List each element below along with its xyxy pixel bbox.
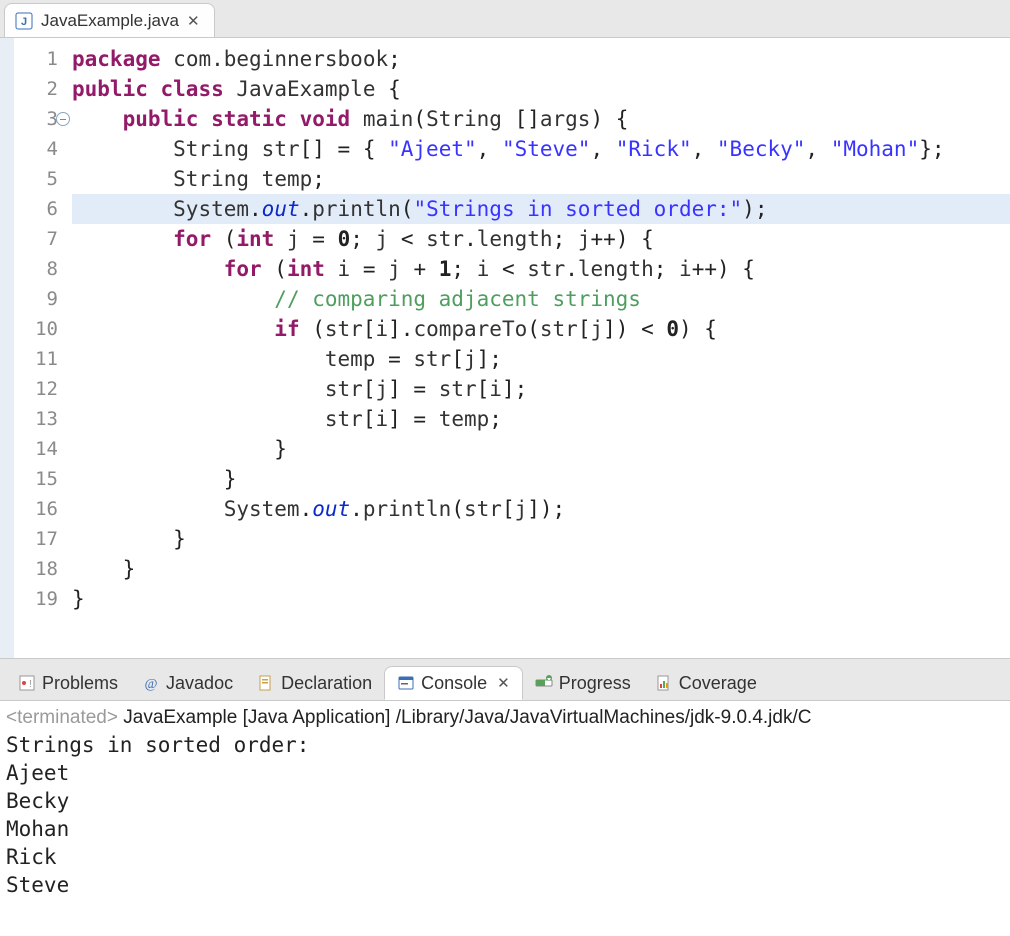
fold-toggle-icon[interactable] bbox=[56, 112, 70, 126]
code-line[interactable]: } bbox=[72, 554, 1010, 584]
declaration-icon bbox=[257, 674, 275, 692]
code-line[interactable]: str[j] = str[i]; bbox=[72, 374, 1010, 404]
line-number: 11 bbox=[14, 344, 58, 374]
line-number: 8 bbox=[14, 254, 58, 284]
code-line[interactable]: } bbox=[72, 524, 1010, 554]
line-number: 18 bbox=[14, 554, 58, 584]
line-number: 19 bbox=[14, 584, 58, 614]
line-number: 5 bbox=[14, 164, 58, 194]
line-number: 1 bbox=[14, 44, 58, 74]
close-icon[interactable]: ✕ bbox=[497, 674, 510, 692]
tab-problems[interactable]: ! Problems bbox=[6, 666, 130, 700]
tab-javadoc[interactable]: @ Javadoc bbox=[130, 666, 245, 700]
svg-text:@: @ bbox=[145, 677, 158, 692]
console-status: <terminated> bbox=[6, 707, 118, 728]
code-line[interactable]: } bbox=[72, 464, 1010, 494]
line-number: 17 bbox=[14, 524, 58, 554]
line-number: 2 bbox=[14, 74, 58, 104]
tab-label: Console bbox=[421, 673, 487, 694]
tab-label: Problems bbox=[42, 673, 118, 694]
code-line[interactable]: if (str[i].compareTo(str[j]) < 0) { bbox=[72, 314, 1010, 344]
tab-label: Javadoc bbox=[166, 673, 233, 694]
tab-coverage[interactable]: Coverage bbox=[643, 666, 769, 700]
line-number: 4 bbox=[14, 134, 58, 164]
fold-margin bbox=[0, 38, 14, 658]
editor-tab-javaexample[interactable]: J JavaExample.java ✕ bbox=[4, 3, 215, 37]
svg-text:!: ! bbox=[29, 679, 32, 690]
code-line[interactable]: System.out.println("Strings in sorted or… bbox=[72, 194, 1010, 224]
code-editor[interactable]: 12345678910111213141516171819 package co… bbox=[0, 38, 1010, 658]
line-number: 7 bbox=[14, 224, 58, 254]
line-number-gutter: 12345678910111213141516171819 bbox=[14, 38, 62, 658]
line-number: 15 bbox=[14, 464, 58, 494]
code-line[interactable]: public class JavaExample { bbox=[72, 74, 1010, 104]
line-number: 12 bbox=[14, 374, 58, 404]
bottom-panel: ! Problems @ Javadoc Declaration Console ✕ Prog… bbox=[0, 658, 1010, 905]
line-number: 13 bbox=[14, 404, 58, 434]
console-launch-text: JavaExample [Java Application] /Library/… bbox=[123, 707, 811, 728]
editor-tabs: J JavaExample.java ✕ bbox=[0, 0, 1010, 38]
line-number: 10 bbox=[14, 314, 58, 344]
code-line[interactable]: package com.beginnersbook; bbox=[72, 44, 1010, 74]
line-number: 3 bbox=[14, 104, 58, 134]
tab-label: Progress bbox=[559, 673, 631, 694]
code-line[interactable]: String temp; bbox=[72, 164, 1010, 194]
console-output[interactable]: Strings in sorted order: Ajeet Becky Moh… bbox=[0, 731, 1010, 905]
tab-console[interactable]: Console ✕ bbox=[384, 666, 523, 700]
code-line[interactable]: str[i] = temp; bbox=[72, 404, 1010, 434]
java-file-icon: J bbox=[15, 12, 33, 30]
svg-text:J: J bbox=[21, 16, 27, 28]
code-line[interactable]: for (int j = 0; j < str.length; j++) { bbox=[72, 224, 1010, 254]
progress-icon bbox=[535, 674, 553, 692]
code-line[interactable]: for (int i = j + 1; i < str.length; i++)… bbox=[72, 254, 1010, 284]
javadoc-icon: @ bbox=[142, 674, 160, 692]
code-line[interactable]: System.out.println(str[j]); bbox=[72, 494, 1010, 524]
problems-icon: ! bbox=[18, 674, 36, 692]
coverage-icon bbox=[655, 674, 673, 692]
editor-tab-label: JavaExample.java bbox=[41, 11, 179, 31]
code-line[interactable]: // comparing adjacent strings bbox=[72, 284, 1010, 314]
code-line[interactable]: String str[] = { "Ajeet", "Steve", "Rick… bbox=[72, 134, 1010, 164]
code-line[interactable]: } bbox=[72, 434, 1010, 464]
code-area[interactable]: package com.beginnersbook;public class J… bbox=[62, 38, 1010, 658]
line-number: 6 bbox=[14, 194, 58, 224]
line-number: 16 bbox=[14, 494, 58, 524]
close-icon[interactable]: ✕ bbox=[187, 12, 200, 30]
tab-declaration[interactable]: Declaration bbox=[245, 666, 384, 700]
tab-progress[interactable]: Progress bbox=[523, 666, 643, 700]
code-line[interactable]: } bbox=[72, 584, 1010, 614]
code-line[interactable]: public static void main(String []args) { bbox=[72, 104, 1010, 134]
line-number: 9 bbox=[14, 284, 58, 314]
panel-tabs: ! Problems @ Javadoc Declaration Console ✕ Prog… bbox=[0, 659, 1010, 701]
tab-label: Declaration bbox=[281, 673, 372, 694]
console-icon bbox=[397, 674, 415, 692]
line-number: 14 bbox=[14, 434, 58, 464]
tab-label: Coverage bbox=[679, 673, 757, 694]
console-launch-info: <terminated> JavaExample [Java Applicati… bbox=[0, 701, 1010, 731]
code-line[interactable]: temp = str[j]; bbox=[72, 344, 1010, 374]
